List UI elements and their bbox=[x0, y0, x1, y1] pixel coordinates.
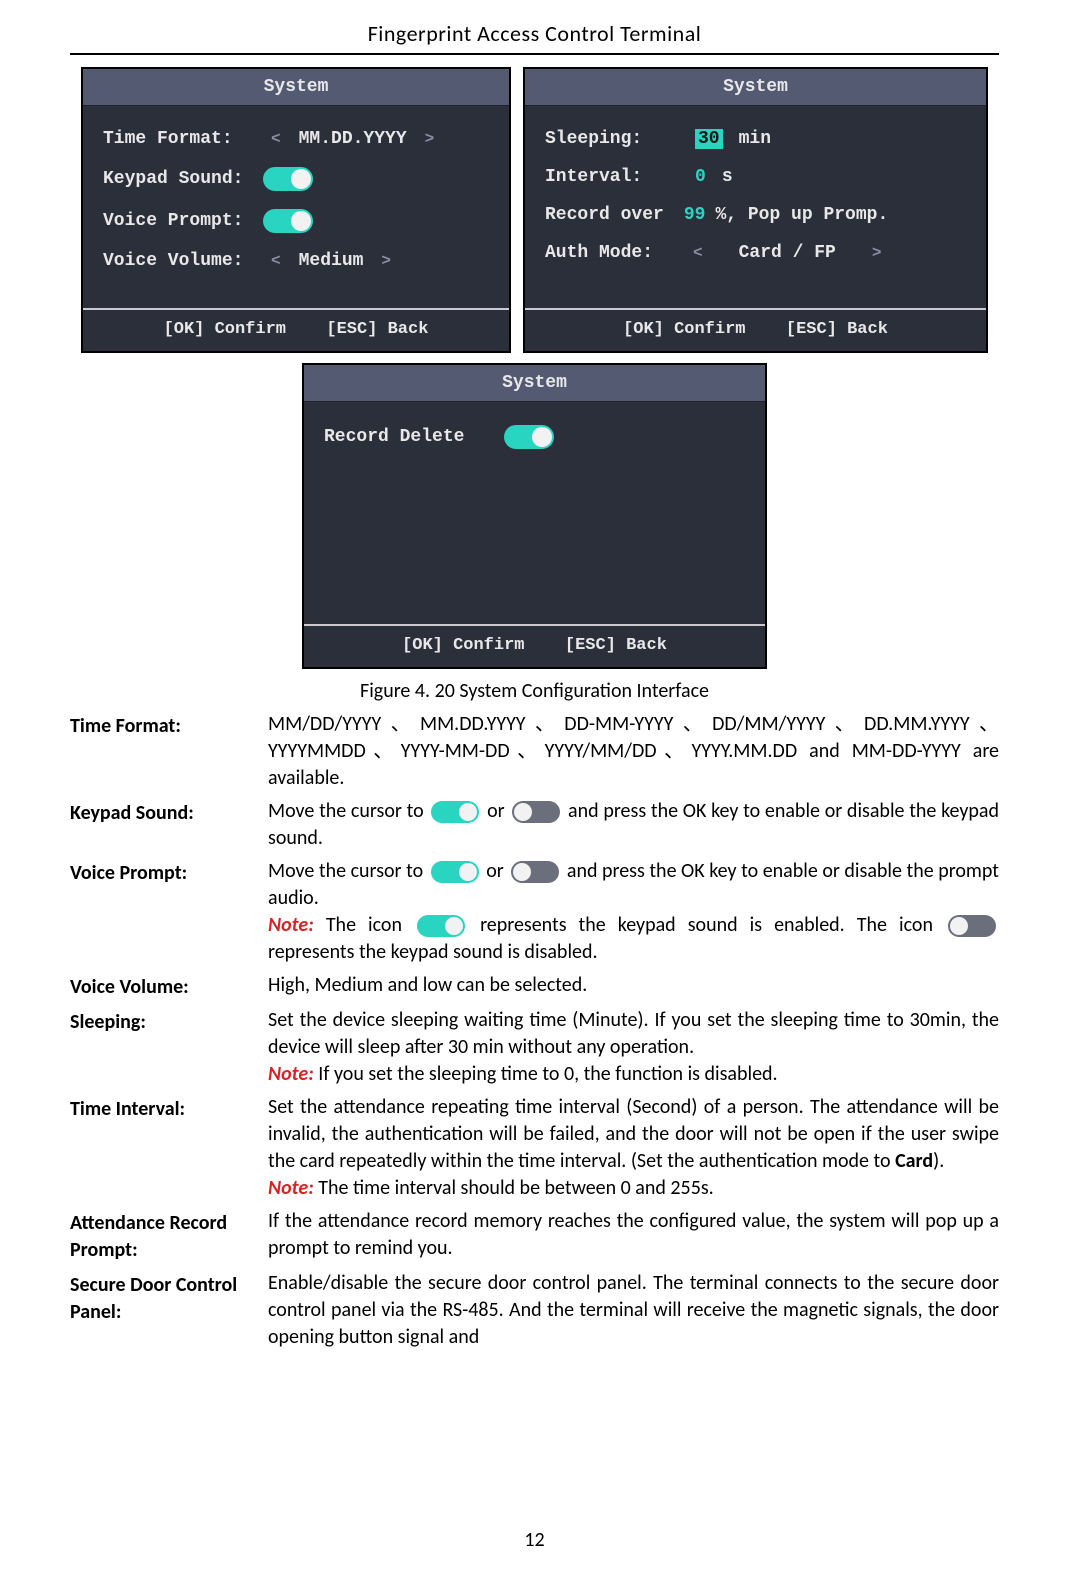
voice-prompt-label: Voice Prompt: bbox=[103, 211, 253, 231]
auth-mode-row[interactable]: Auth Mode: < Card / FP > bbox=[545, 234, 966, 272]
toggle-on-icon bbox=[431, 861, 479, 883]
sleeping-label: Sleeping: bbox=[545, 129, 685, 149]
voice-volume-label: Voice Volume: bbox=[103, 251, 253, 271]
chevron-left-icon[interactable]: < bbox=[685, 244, 711, 262]
def-body: Move the cursor to or and press the OK k… bbox=[268, 798, 999, 852]
chevron-left-icon[interactable]: < bbox=[263, 252, 289, 270]
keypad-sound-toggle[interactable] bbox=[263, 167, 313, 191]
def-label: Secure Door Control Panel: bbox=[70, 1270, 268, 1326]
note-label: Note: bbox=[268, 913, 326, 937]
record-delete-label: Record Delete bbox=[324, 427, 494, 447]
back-hint: [ESC] Back bbox=[786, 320, 888, 339]
document-title: Fingerprint Access Control Terminal bbox=[70, 20, 999, 55]
page-number: 12 bbox=[0, 1528, 1069, 1552]
def-body: If the attendance record memory reaches … bbox=[268, 1208, 999, 1262]
screenshot-row-top: System Time Format: < MM.DD.YYYY > Keypa… bbox=[70, 67, 999, 353]
def-secure-door-control-panel: Secure Door Control Panel: Enable/disabl… bbox=[70, 1270, 999, 1351]
chevron-right-icon[interactable]: > bbox=[864, 244, 890, 262]
def-label: Attendance Record Prompt: bbox=[70, 1208, 268, 1264]
def-body: High, Medium and low can be selected. bbox=[268, 972, 999, 999]
voice-prompt-row[interactable]: Voice Prompt: bbox=[103, 200, 489, 242]
def-time-interval: Time Interval: Set the attendance repeat… bbox=[70, 1094, 999, 1202]
back-hint: [ESC] Back bbox=[326, 320, 428, 339]
note-label: Note: bbox=[268, 1176, 318, 1200]
time-format-label: Time Format: bbox=[103, 129, 253, 149]
interval-row[interactable]: Interval: 0 s bbox=[545, 158, 966, 196]
system-screen-right: System Sleeping: 30 min Interval: 0 s Re… bbox=[523, 67, 988, 353]
confirm-hint: [OK] Confirm bbox=[623, 320, 745, 339]
keypad-sound-label: Keypad Sound: bbox=[103, 169, 253, 189]
def-label: Time Interval: bbox=[70, 1094, 268, 1123]
screen-footer: [OK] Confirm [ESC] Back bbox=[83, 308, 509, 351]
record-delete-row[interactable]: Record Delete bbox=[324, 416, 745, 458]
auth-mode-label: Auth Mode: bbox=[545, 243, 675, 263]
def-sleeping: Sleeping: Set the device sleeping waitin… bbox=[70, 1007, 999, 1088]
def-keypad-sound: Keypad Sound: Move the cursor to or and … bbox=[70, 798, 999, 852]
sleeping-value[interactable]: 30 bbox=[695, 129, 723, 149]
def-label: Sleeping: bbox=[70, 1007, 268, 1036]
toggle-on-icon bbox=[431, 801, 479, 823]
def-label: Voice Prompt: bbox=[70, 858, 268, 887]
figure-caption: Figure 4. 20 System Configuration Interf… bbox=[70, 679, 999, 703]
toggle-off-icon bbox=[511, 861, 559, 883]
auth-mode-value: Card / FP bbox=[721, 243, 854, 263]
toggle-on-icon bbox=[417, 915, 465, 937]
note-label: Note: bbox=[268, 1062, 318, 1086]
toggle-off-icon bbox=[948, 915, 996, 937]
record-over-tail: %, Pop up Promp. bbox=[715, 205, 888, 225]
def-body: Move the cursor to or and press the OK k… bbox=[268, 858, 999, 966]
record-over-row[interactable]: Record over 99 %, Pop up Promp. bbox=[545, 196, 966, 234]
toggle-off-icon bbox=[512, 801, 560, 823]
chevron-left-icon[interactable]: < bbox=[263, 130, 289, 148]
confirm-hint: [OK] Confirm bbox=[402, 636, 524, 655]
confirm-hint: [OK] Confirm bbox=[164, 320, 286, 339]
interval-unit: s bbox=[722, 167, 733, 187]
system-screen-bottom: System Record Delete [OK] Confirm [ESC] … bbox=[302, 363, 767, 669]
def-voice-prompt: Voice Prompt: Move the cursor to or and … bbox=[70, 858, 999, 966]
screen-title: System bbox=[83, 69, 509, 106]
interval-label: Interval: bbox=[545, 167, 685, 187]
def-label: Voice Volume: bbox=[70, 972, 268, 1001]
record-delete-toggle[interactable] bbox=[504, 425, 554, 449]
record-over-label: Record over bbox=[545, 205, 664, 225]
voice-prompt-toggle[interactable] bbox=[263, 209, 313, 233]
def-body: Set the attendance repeating time interv… bbox=[268, 1094, 999, 1202]
sleeping-unit: min bbox=[739, 129, 771, 149]
interval-value[interactable]: 0 bbox=[695, 167, 706, 187]
def-body: Set the device sleeping waiting time (Mi… bbox=[268, 1007, 999, 1088]
time-format-value: MM.DD.YYYY bbox=[299, 129, 407, 149]
sleeping-row[interactable]: Sleeping: 30 min bbox=[545, 120, 966, 158]
def-time-format: Time Format: MM/DD/YYYY、MM.DD.YYYY、DD-MM… bbox=[70, 711, 999, 792]
def-attendance-record-prompt: Attendance Record Prompt: If the attenda… bbox=[70, 1208, 999, 1264]
screen-footer: [OK] Confirm [ESC] Back bbox=[304, 624, 765, 667]
voice-volume-row[interactable]: Voice Volume: < Medium > bbox=[103, 242, 489, 280]
time-format-row[interactable]: Time Format: < MM.DD.YYYY > bbox=[103, 120, 489, 158]
definitions-table: Time Format: MM/DD/YYYY、MM.DD.YYYY、DD-MM… bbox=[70, 711, 999, 1351]
def-label: Keypad Sound: bbox=[70, 798, 268, 827]
record-over-value[interactable]: 99 bbox=[684, 205, 706, 225]
system-screen-left: System Time Format: < MM.DD.YYYY > Keypa… bbox=[81, 67, 511, 353]
keypad-sound-row[interactable]: Keypad Sound: bbox=[103, 158, 489, 200]
screen-footer: [OK] Confirm [ESC] Back bbox=[525, 308, 986, 351]
chevron-right-icon[interactable]: > bbox=[417, 130, 443, 148]
screen-title: System bbox=[304, 365, 765, 402]
screen-title: System bbox=[525, 69, 986, 106]
def-body: MM/DD/YYYY、MM.DD.YYYY、DD-MM-YYYY、DD/MM/Y… bbox=[268, 711, 999, 792]
def-body: Enable/disable the secure door control p… bbox=[268, 1270, 999, 1351]
screenshot-row-bottom: System Record Delete [OK] Confirm [ESC] … bbox=[70, 363, 999, 669]
def-voice-volume: Voice Volume: High, Medium and low can b… bbox=[70, 972, 999, 1001]
voice-volume-value: Medium bbox=[299, 251, 364, 271]
chevron-right-icon[interactable]: > bbox=[373, 252, 399, 270]
back-hint: [ESC] Back bbox=[565, 636, 667, 655]
def-label: Time Format: bbox=[70, 711, 268, 740]
